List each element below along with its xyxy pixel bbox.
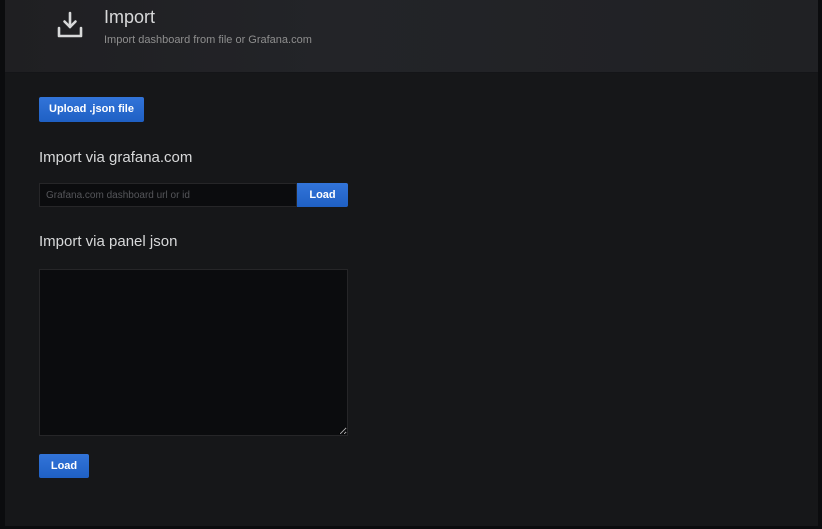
upload-json-file-button[interactable]: Upload .json file [39,97,144,122]
import-via-grafana-com-heading: Import via grafana.com [39,149,193,166]
import-page: Import Import dashboard from file or Gra… [0,0,822,529]
load-grafana-com-button[interactable]: Load [297,183,348,207]
page-edge-left [0,0,5,529]
import-via-panel-json-heading: Import via panel json [39,233,178,250]
grafana-com-dashboard-input[interactable] [39,183,297,207]
load-panel-json-button[interactable]: Load [39,454,89,478]
download-icon [57,11,83,38]
page-edge-right [818,0,822,529]
page-title: Import [104,7,156,27]
page-header: Import Import dashboard from file or Gra… [5,0,818,73]
page-subtitle: Import dashboard from file or Grafana.co… [104,34,312,46]
panel-json-textarea[interactable] [39,269,348,436]
